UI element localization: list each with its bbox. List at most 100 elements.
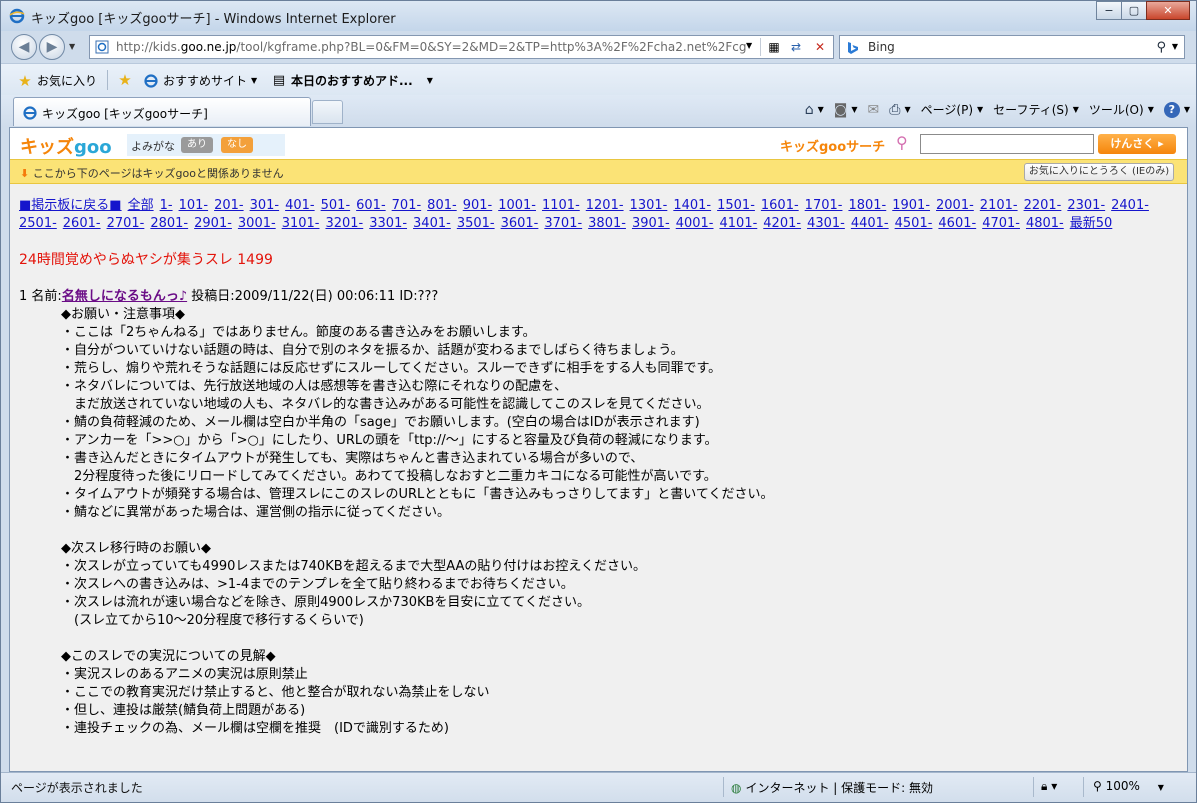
search-icon[interactable]: ⚲ — [1156, 40, 1166, 55]
range-link[interactable]: 3901- — [632, 216, 670, 231]
minimize-button[interactable]: − — [1096, 1, 1122, 20]
add-to-favorites-button[interactable]: お気に入りにとうろく (IEのみ) — [1024, 163, 1174, 181]
range-link[interactable]: 4001- — [676, 216, 714, 231]
range-link[interactable]: 2001- — [936, 198, 974, 213]
ie-page-icon — [144, 73, 158, 88]
range-link[interactable]: 1101- — [542, 198, 580, 213]
range-link[interactable]: 801- — [427, 198, 457, 213]
range-link[interactable]: 4101- — [720, 216, 758, 231]
range-link[interactable]: 4701- — [982, 216, 1020, 231]
add-favorites-icon: ★ — [118, 71, 132, 89]
range-link[interactable]: 4201- — [763, 216, 801, 231]
add-favorites-button[interactable]: ★ — [117, 71, 137, 89]
range-link[interactable]: 3601- — [501, 216, 539, 231]
range-link[interactable]: 1701- — [805, 198, 843, 213]
range-link[interactable]: 3401- — [413, 216, 451, 231]
close-window-button[interactable]: ✕ — [1146, 1, 1190, 20]
refresh-icon[interactable]: ⇄ — [786, 38, 806, 56]
kidsgoo-warning-bar: ⬇ ここから下のページはキッズgooと関係ありません お気に入りにとうろく (I… — [10, 159, 1187, 184]
range-link[interactable]: 1501- — [717, 198, 755, 213]
range-link[interactable]: 1901- — [892, 198, 930, 213]
range-link[interactable]: 2101- — [980, 198, 1018, 213]
range-link[interactable]: 2301- — [1067, 198, 1105, 213]
globe-icon: ◍ — [731, 780, 742, 795]
range-link[interactable]: 601- — [356, 198, 386, 213]
range-link[interactable]: 2901- — [194, 216, 232, 231]
range-link[interactable]: 1601- — [761, 198, 799, 213]
print-button[interactable]: ⎙ ▼ — [889, 102, 910, 118]
range-link[interactable]: 2701- — [107, 216, 145, 231]
kidsgoo-logo[interactable]: キッズgoo — [20, 133, 112, 159]
todays-picks-link[interactable]: ▤ 本日のおすすめアド... ▼ — [271, 72, 433, 89]
range-link[interactable]: 4501- — [895, 216, 933, 231]
all-posts-link[interactable]: 全部 — [128, 198, 154, 213]
back-button[interactable]: ◀ — [11, 34, 37, 60]
back-to-board-link[interactable]: ■掲示板に戻る■ — [19, 198, 122, 213]
post-number: 1 — [19, 289, 28, 304]
stop-icon[interactable]: ✕ — [810, 38, 830, 56]
lock-icon[interactable]: 🔒︎ ▾ — [1041, 779, 1057, 794]
favorites-button[interactable]: ★ お気に入り — [17, 72, 97, 90]
suggested-sites-link[interactable]: おすすめサイト ▼ — [143, 72, 257, 89]
mail-button[interactable]: ✉ — [868, 102, 880, 118]
address-divider — [760, 38, 761, 56]
range-link[interactable]: 3701- — [544, 216, 582, 231]
range-link[interactable]: 2201- — [1024, 198, 1062, 213]
range-link[interactable]: 701- — [392, 198, 422, 213]
compat-view-icon[interactable]: ▦ — [764, 38, 784, 56]
range-link[interactable]: 401- — [285, 198, 315, 213]
address-url[interactable]: http://kids.goo.ne.jp/tool/kgframe.php?B… — [116, 40, 746, 54]
thread-title: 24時間覚めやらぬヤシが集うスレ 1499 — [19, 252, 273, 268]
range-link[interactable]: 1001- — [498, 198, 536, 213]
kidsgoo-search-button[interactable]: けんさく ▸ — [1098, 134, 1176, 154]
range-link[interactable]: 4801- — [1026, 216, 1064, 231]
range-link[interactable]: 1201- — [586, 198, 624, 213]
range-link[interactable]: 101- — [179, 198, 209, 213]
tools-menu[interactable]: ツール(O) ▼ — [1089, 101, 1154, 118]
todays-picks-label: 本日のおすすめアド... — [291, 74, 413, 88]
address-bar[interactable]: http://kids.goo.ne.jp/tool/kgframe.php?B… — [89, 35, 834, 59]
range-link[interactable]: 2501- — [19, 216, 57, 231]
range-link[interactable]: 201- — [214, 198, 244, 213]
feeds-button[interactable]: ◙ ▼ — [834, 102, 858, 118]
range-link[interactable]: 3501- — [457, 216, 495, 231]
range-link[interactable]: 4401- — [851, 216, 889, 231]
zoom-control[interactable]: ⚲ 100% ▼ — [1093, 779, 1164, 793]
range-link[interactable]: 4301- — [807, 216, 845, 231]
range-link[interactable]: 2401- — [1111, 198, 1149, 213]
address-dropdown-icon[interactable]: ▼ — [746, 41, 752, 50]
range-link[interactable]: 3001- — [238, 216, 276, 231]
range-link[interactable]: 1- — [160, 198, 173, 213]
history-dropdown-icon[interactable]: ▼ — [69, 42, 75, 51]
search-dropdown-icon[interactable]: ▼ — [1172, 42, 1178, 51]
latest-50-link[interactable]: 最新50 — [1070, 216, 1113, 231]
range-link[interactable]: 1801- — [848, 198, 886, 213]
range-link[interactable]: 3101- — [282, 216, 320, 231]
range-link[interactable]: 2801- — [150, 216, 188, 231]
maximize-button[interactable]: ▢ — [1121, 1, 1147, 20]
range-link[interactable]: 3301- — [369, 216, 407, 231]
range-link[interactable]: 3201- — [325, 216, 363, 231]
forward-button[interactable]: ▶ — [39, 34, 65, 60]
post-line: ・ここは「2ちゃんねる」ではありません。節度のある書き込みをお願いします。 — [61, 325, 536, 340]
home-button[interactable]: ⌂ ▼ — [805, 102, 824, 118]
security-zone[interactable]: ◍ インターネット | 保護モード: 無効 — [731, 779, 933, 796]
poster-name-link[interactable]: 名無しになるもんっ♪ — [62, 289, 187, 304]
range-link[interactable]: 501- — [321, 198, 351, 213]
range-link[interactable]: 1301- — [630, 198, 668, 213]
page-menu[interactable]: ページ(P) ▼ — [921, 101, 984, 118]
safety-menu[interactable]: セーフティ(S) ▼ — [993, 101, 1079, 118]
yomigana-on-button[interactable]: あり — [181, 137, 213, 153]
range-link[interactable]: 1401- — [673, 198, 711, 213]
search-box[interactable]: Bing ⚲ ▼ — [839, 35, 1185, 59]
range-link[interactable]: 3801- — [588, 216, 626, 231]
yomigana-off-button[interactable]: なし — [221, 137, 253, 153]
new-tab-button[interactable] — [312, 100, 343, 124]
help-button[interactable]: ? ▼ — [1163, 101, 1190, 118]
range-link[interactable]: 4601- — [938, 216, 976, 231]
range-link[interactable]: 2601- — [63, 216, 101, 231]
tab-kidsgoo[interactable]: キッズgoo [キッズgooサーチ] — [13, 97, 311, 126]
range-link[interactable]: 901- — [463, 198, 493, 213]
kidsgoo-search-input[interactable] — [920, 134, 1094, 154]
range-link[interactable]: 301- — [250, 198, 280, 213]
